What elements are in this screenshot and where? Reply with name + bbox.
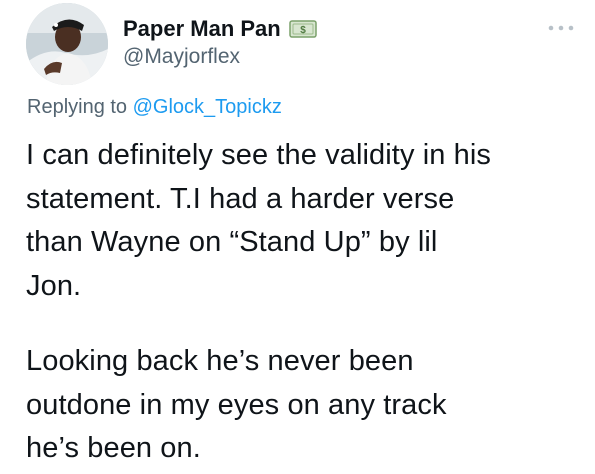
author-handle[interactable]: @Mayjorflex [123,45,240,69]
tweet-paragraph-2: Looking back he’s never been outdone in … [26,340,586,471]
tweet-text-line: Looking back he’s never been [26,345,414,377]
avatar[interactable] [26,3,108,85]
reply-mention-link[interactable]: @Glock_Topickz [133,96,282,118]
tweet-text-line: I can definitely see the validity in his [26,139,492,171]
tweet-text-line: than Wayne on “Stand Up” by lil [26,226,438,258]
author-display-name[interactable]: Paper Man Pan [123,16,281,42]
more-options-icon[interactable] [546,22,576,34]
tweet-text-line: outdone in my eyes on any track [26,388,447,421]
author-row: Paper Man Pan $ [123,14,317,44]
avatar-photo-icon [26,3,108,85]
tweet-text-line: statement. T.I had a harder verse [26,182,455,215]
tweet-text-line: he’s been on. [26,432,201,464]
tweet-text-line: Jon. [26,269,82,302]
reply-context: Replying to @Glock_Topickz [27,96,282,119]
tweet-card: Paper Man Pan $ @Mayjorflex Replying to … [0,0,595,474]
tweet-paragraph-1: I can definitely see the validity in his… [26,134,586,308]
reply-context-prefix: Replying to [27,96,133,118]
svg-text:$: $ [300,25,306,36]
money-emoji-icon: $ [288,18,317,40]
